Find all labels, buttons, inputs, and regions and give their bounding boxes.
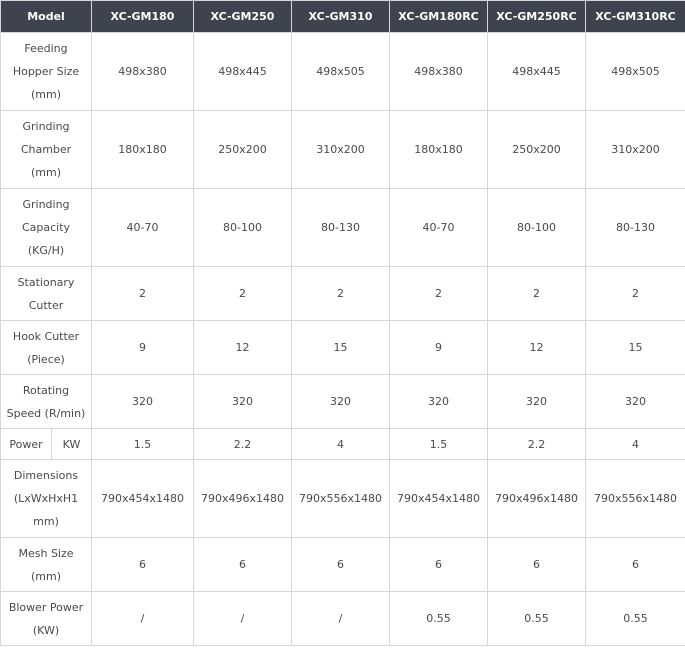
table-cell: 790x556x1480 — [291, 459, 391, 538]
header-row: Model XC-GM180 XC-GM250 XC-GM310 XC-GM18… — [0, 0, 685, 33]
table-cell: 6 — [291, 537, 391, 592]
table-row: Hook Cutter (Piece) 9 12 15 9 12 15 — [0, 320, 685, 375]
table-cell: 2.2 — [487, 428, 587, 460]
row-unit: KW — [50, 428, 93, 460]
table-cell: 80-130 — [291, 188, 391, 267]
table-cell: 2.2 — [193, 428, 293, 460]
table-cell: 180x180 — [91, 110, 195, 189]
table-cell: 1.5 — [91, 428, 195, 460]
table-cell: 40-70 — [389, 188, 489, 267]
table-cell: 790x454x1480 — [91, 459, 195, 538]
row-label: Feeding Hopper Size (mm) — [0, 32, 93, 111]
table-cell: 250x200 — [487, 110, 587, 189]
table-cell: 790x496x1480 — [193, 459, 293, 538]
row-label: Mesh Size (mm) — [0, 537, 93, 592]
header-col: XC-GM250 — [193, 0, 293, 33]
table-cell: 6 — [585, 537, 685, 592]
header-col: XC-GM180 — [91, 0, 195, 33]
spec-table: Model XC-GM180 XC-GM250 XC-GM310 XC-GM18… — [0, 0, 685, 646]
table-cell: 80-130 — [585, 188, 685, 267]
table-cell: 9 — [389, 320, 489, 375]
table-cell: 6 — [91, 537, 195, 592]
table-cell: 0.55 — [487, 591, 587, 646]
header-col: XC-GM310RC — [585, 0, 685, 33]
table-row: Feeding Hopper Size (mm) 498x380 498x445… — [0, 32, 685, 111]
table-cell: 498x380 — [91, 32, 195, 111]
row-label: Dimensions (LxWxHxH1 mm) — [0, 459, 93, 538]
table-cell: 2 — [389, 266, 489, 321]
table-row: Blower Power (KW) / / / 0.55 0.55 0.55 — [0, 591, 685, 646]
row-label: Grinding Chamber (mm) — [0, 110, 93, 189]
table-row: Rotating Speed (R/min) 320 320 320 320 3… — [0, 374, 685, 429]
table-cell: 80-100 — [193, 188, 293, 267]
header-model: Model — [0, 0, 93, 33]
table-cell: / — [291, 591, 391, 646]
table-row: Stationary Cutter 2 2 2 2 2 2 — [0, 266, 685, 321]
table-cell: 320 — [291, 374, 391, 429]
table-cell: 790x556x1480 — [585, 459, 685, 538]
table-cell: 180x180 — [389, 110, 489, 189]
table-cell: / — [91, 591, 195, 646]
table-cell: 6 — [389, 537, 489, 592]
table-cell: 310x200 — [585, 110, 685, 189]
table-row: Mesh Size (mm) 6 6 6 6 6 6 — [0, 537, 685, 592]
table-cell: 320 — [389, 374, 489, 429]
table-cell: 2 — [193, 266, 293, 321]
table-row: Dimensions (LxWxHxH1 mm) 790x454x1480 79… — [0, 459, 685, 538]
table-cell: 320 — [585, 374, 685, 429]
table-cell: 310x200 — [291, 110, 391, 189]
header-col: XC-GM180RC — [389, 0, 489, 33]
row-label: Rotating Speed (R/min) — [0, 374, 93, 429]
table-cell: 6 — [487, 537, 587, 592]
table-cell: 40-70 — [91, 188, 195, 267]
table-cell: 2 — [91, 266, 195, 321]
table-cell: 15 — [585, 320, 685, 375]
table-cell: 80-100 — [487, 188, 587, 267]
table-cell: 790x496x1480 — [487, 459, 587, 538]
row-label: Hook Cutter (Piece) — [0, 320, 93, 375]
table-cell: 498x505 — [291, 32, 391, 111]
row-label: Blower Power (KW) — [0, 591, 93, 646]
table-row: Grinding Capacity (KG/H) 40-70 80-100 80… — [0, 188, 685, 267]
table-cell: 250x200 — [193, 110, 293, 189]
header-col: XC-GM250RC — [487, 0, 587, 33]
row-label: Power — [0, 428, 52, 460]
table-cell: 0.55 — [389, 591, 489, 646]
table-cell: 12 — [487, 320, 587, 375]
table-cell: 2 — [585, 266, 685, 321]
table-cell: 2 — [291, 266, 391, 321]
table-cell: 9 — [91, 320, 195, 375]
table-row: Grinding Chamber (mm) 180x180 250x200 31… — [0, 110, 685, 189]
table-cell: 320 — [193, 374, 293, 429]
table-cell: 498x445 — [487, 32, 587, 111]
table-cell: / — [193, 591, 293, 646]
table-cell: 4 — [585, 428, 685, 460]
row-label: Stationary Cutter — [0, 266, 93, 321]
table-cell: 790x454x1480 — [389, 459, 489, 538]
row-label: Grinding Capacity (KG/H) — [0, 188, 93, 267]
table-cell: 498x445 — [193, 32, 293, 111]
header-col: XC-GM310 — [291, 0, 391, 33]
table-cell: 1.5 — [389, 428, 489, 460]
table-cell: 498x505 — [585, 32, 685, 111]
table-cell: 320 — [91, 374, 195, 429]
table-cell: 0.55 — [585, 591, 685, 646]
table-cell: 498x380 — [389, 32, 489, 111]
table-cell: 15 — [291, 320, 391, 375]
table-cell: 320 — [487, 374, 587, 429]
table-cell: 12 — [193, 320, 293, 375]
table-row: Power KW 1.5 2.2 4 1.5 2.2 4 — [0, 428, 685, 460]
table-cell: 4 — [291, 428, 391, 460]
table-cell: 2 — [487, 266, 587, 321]
table-cell: 6 — [193, 537, 293, 592]
